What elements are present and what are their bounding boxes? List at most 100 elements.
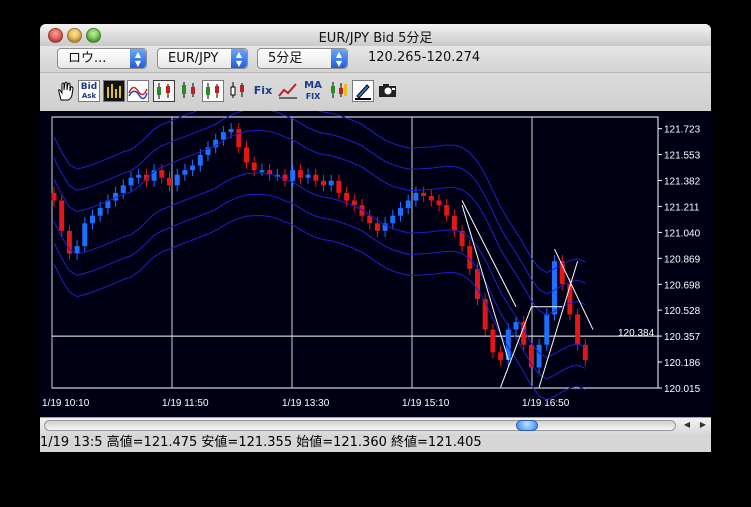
scroll-track[interactable] (44, 420, 676, 431)
candle-body (498, 352, 504, 360)
candle-body (305, 174, 311, 178)
ohlc-status: 1/19 13:5 高値=121.475 安値=121.355 始値=121.3… (40, 435, 482, 450)
candle-body (436, 200, 442, 206)
candle-body (236, 129, 242, 148)
candle-body (159, 170, 165, 178)
candle-body (475, 268, 480, 300)
ma-fix-icon[interactable]: MA FIX (302, 80, 324, 102)
y-tick-label: 120.186 (664, 358, 701, 369)
y-tick-label: 121.211 (664, 202, 700, 213)
candle-body (128, 177, 134, 186)
signal-icon[interactable] (327, 80, 349, 102)
candle-body (167, 177, 172, 186)
currency-pair-dropdown[interactable]: EUR/JPY ▲ ▼ (157, 48, 248, 69)
scroll-right-icon[interactable]: ▶ (695, 418, 711, 432)
y-tick-label: 121.382 (664, 176, 701, 187)
candle-body (120, 185, 126, 193)
candle-body (513, 321, 519, 330)
candle-body (336, 180, 342, 193)
candle-body (244, 147, 249, 163)
chart-window: EUR/JPY Bid 5分足 ロウ... ▲ ▼ EUR/JPY ▲ ▼ 5分足 … (40, 24, 711, 452)
candle-body (374, 223, 380, 231)
candle-body (490, 329, 496, 353)
candle-chart-3-icon[interactable] (202, 80, 224, 102)
y-tick-label: 120.015 (664, 384, 701, 395)
x-tick-label: 1/19 13:30 (282, 398, 330, 409)
y-tick-label: 121.040 (664, 228, 701, 239)
scroll-thumb[interactable] (516, 420, 538, 431)
chart-area[interactable]: 121.723 121.553 121.382 121.211 121.040 120.8… (40, 87, 711, 417)
trend-line-icon[interactable] (277, 80, 299, 102)
candle-body (567, 284, 573, 315)
candle-body (444, 205, 450, 216)
ma-label: MA (304, 80, 322, 91)
candle-body (428, 195, 434, 201)
candle-body (297, 170, 303, 178)
candle-body (536, 344, 542, 368)
candle-chart-2-icon[interactable] (178, 80, 200, 102)
candle-body (82, 223, 88, 247)
fix-label: Fix (253, 84, 273, 97)
volume-chart-icon[interactable] (103, 80, 125, 102)
currency-pair-label: EUR/JPY (168, 51, 219, 66)
y-tick-label: 120.869 (664, 254, 701, 265)
chart-background (40, 111, 711, 417)
candle-body (413, 192, 419, 201)
candle-body (51, 192, 57, 201)
candle-body (259, 170, 265, 173)
price-chart[interactable]: 121.723 121.553 121.382 121.211 121.040 120.8… (40, 87, 711, 417)
candle-body (290, 170, 296, 181)
hand-tool-icon[interactable] (54, 80, 76, 102)
scroll-left-icon[interactable]: ◀ (679, 418, 695, 432)
candle-body (390, 215, 396, 224)
candle-body (251, 162, 257, 171)
status-bar: 1/19 13:5 高値=121.475 安値=121.355 始値=121.3… (40, 434, 711, 452)
candle-body (405, 200, 411, 209)
bid-ask-icon[interactable]: Bid Ask (78, 80, 100, 102)
candle-body (321, 180, 326, 186)
candle-body (228, 129, 234, 133)
candle-body (97, 208, 103, 216)
candle-body (575, 314, 581, 345)
wave-chart-icon[interactable] (127, 80, 149, 102)
candle-body (544, 314, 550, 345)
candle-body (421, 192, 427, 196)
candle-body (197, 154, 203, 166)
chart-type-dropdown[interactable]: ロウ... ▲ ▼ (57, 48, 147, 69)
chevron-updown-icon: ▲ ▼ (331, 49, 347, 68)
y-tick-label: 120.698 (664, 280, 701, 291)
candle-body (174, 174, 180, 186)
candle-body (344, 192, 350, 201)
chevron-updown-icon: ▲ ▼ (130, 49, 146, 68)
candle-body (59, 200, 65, 231)
candle-body (367, 215, 373, 224)
price-range: 120.265-120.274 (368, 50, 481, 65)
chart-type-label: ロウ... (68, 51, 107, 66)
period-label: 5分足 (268, 51, 303, 66)
title-bar[interactable]: EUR/JPY Bid 5分足 (40, 24, 711, 47)
y-tick-label: 121.553 (664, 150, 701, 161)
controls-bar: ロウ... ▲ ▼ EUR/JPY ▲ ▼ 5分足 ▲ ▼ 120.265-120.2… (40, 46, 711, 72)
chevron-updown-icon: ▲ ▼ (231, 49, 247, 68)
y-tick-label: 120.528 (664, 306, 701, 317)
toolbar: Bid Ask Fix MA FIX (40, 72, 711, 112)
period-dropdown[interactable]: 5分足 ▲ ▼ (257, 48, 348, 69)
candle-body (451, 215, 457, 231)
candle-body (398, 208, 403, 216)
candle-body (220, 132, 226, 140)
pen-icon[interactable] (352, 80, 374, 102)
candle-body (313, 174, 319, 181)
x-tick-label: 1/19 10:10 (42, 398, 90, 409)
x-tick-label: 1/19 15:10 (402, 398, 450, 409)
fix-icon[interactable]: Fix (252, 80, 274, 102)
candle-chart-1-icon[interactable] (153, 80, 175, 102)
candle-chart-4-icon[interactable] (227, 80, 249, 102)
camera-icon[interactable] (377, 80, 399, 102)
candle-body (482, 299, 488, 330)
candle-body (182, 170, 188, 175)
candle-body (328, 180, 334, 186)
x-tick-label: 1/19 11:50 (162, 398, 209, 409)
horizontal-scrollbar[interactable]: ◀ ▶ (40, 417, 711, 435)
window-title: EUR/JPY Bid 5分足 (318, 31, 433, 46)
candle-body (136, 174, 142, 178)
